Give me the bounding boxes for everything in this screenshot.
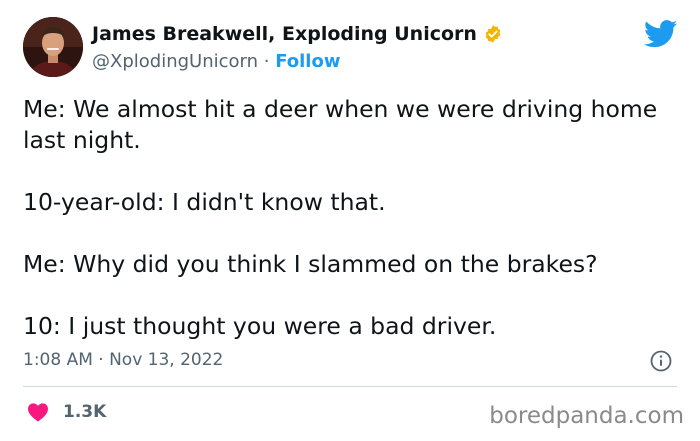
follow-button[interactable]: Follow [275,51,340,72]
tweet-timestamp[interactable]: 1:08 AM · Nov 13, 2022 [23,349,223,371]
tweet-body: Me: We almost hit a deer when we were dr… [23,94,673,342]
tweet-line: 10-year-old: I didn't know that. [23,188,386,216]
divider [23,386,677,387]
author-handle-row: @XplodingUnicorn · Follow [92,50,340,74]
verified-badge-icon [483,24,503,44]
handle-separator: · [258,51,276,72]
author-handle[interactable]: @XplodingUnicorn [92,51,258,72]
tweet-line: 10: I just thought you were a bad driver… [23,312,497,340]
like-count[interactable]: 1.3K [63,401,106,423]
avatar[interactable] [23,17,83,77]
info-icon[interactable] [650,350,672,372]
author-name-text[interactable]: James Breakwell, Exploding Unicorn [92,22,477,46]
author-display-name[interactable]: James Breakwell, Exploding Unicorn [92,22,503,46]
watermark: boredpanda.com [489,403,684,429]
twitter-bird-icon[interactable] [643,20,678,48]
tweet-line: Me: Why did you think I slammed on the b… [23,250,598,278]
tweet-line: Me: We almost hit a deer when we were dr… [23,95,658,154]
heart-icon[interactable] [27,402,49,422]
avatar-image [23,17,83,77]
